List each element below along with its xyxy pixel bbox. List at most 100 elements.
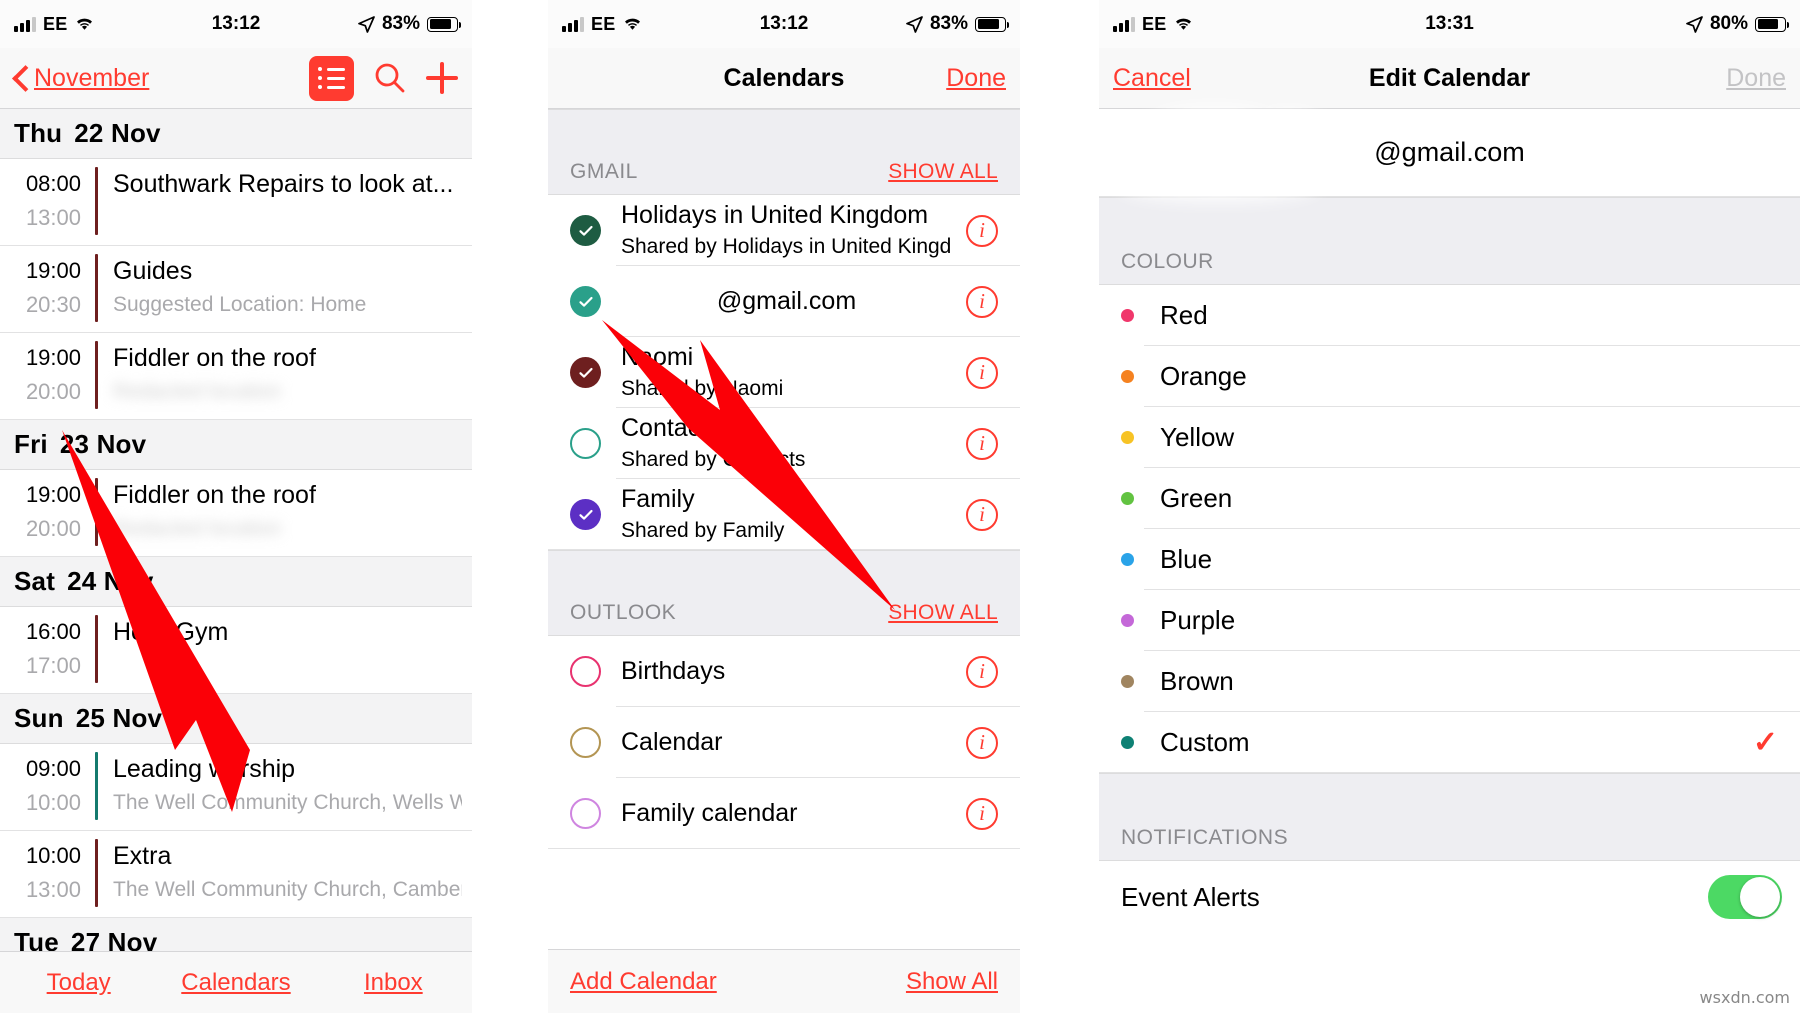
colour-option-row[interactable]: Brown xyxy=(1099,651,1800,712)
calendar-group-header: GMAIL SHOW ALL xyxy=(548,109,1020,195)
agenda-nav-bar: November xyxy=(0,48,472,109)
info-icon[interactable]: i xyxy=(966,726,998,759)
info-icon[interactable]: i xyxy=(966,498,998,531)
add-event-icon[interactable] xyxy=(426,62,458,94)
colour-option-row[interactable]: Orange xyxy=(1099,346,1800,407)
colour-option-row[interactable]: Blue xyxy=(1099,529,1800,590)
calendar-row[interactable]: Holidays in United Kingdom Shared by Holi… xyxy=(548,195,1020,266)
calendars-groups[interactable]: GMAIL SHOW ALL Holidays in United Kingdom S… xyxy=(548,109,1020,849)
agenda-event-body: Leading worship The Well Community Church… xyxy=(113,752,472,820)
agenda-event-start: 16:00 xyxy=(25,619,81,644)
event-alerts-row[interactable]: Event Alerts xyxy=(1099,861,1800,933)
back-button[interactable]: November xyxy=(14,64,149,93)
info-icon[interactable]: i xyxy=(966,285,998,318)
group-show-all-button[interactable]: SHOW ALL xyxy=(888,601,998,625)
agenda-event-times: 16:00 17:00 xyxy=(0,615,95,683)
wifi-icon xyxy=(75,17,94,31)
redaction-smudge xyxy=(1259,112,1319,136)
agenda-event-body: Southwark Repairs to look at... xyxy=(113,167,472,235)
calendar-row[interactable]: Naomi Shared by Naomi i xyxy=(548,337,1020,408)
info-icon[interactable]: i xyxy=(966,356,998,389)
redaction-smudge xyxy=(1119,170,1319,200)
agenda-event-colour-bar xyxy=(95,254,98,322)
group-show-all-button[interactable]: SHOW ALL xyxy=(888,160,998,184)
done-button[interactable]: Done xyxy=(1726,64,1786,93)
agenda-event-title: Holly Gym xyxy=(113,618,229,646)
calendar-checkbox-checked[interactable] xyxy=(570,357,601,388)
colour-list[interactable]: Red Orange Yellow Green Blue Purple Brown Custo… xyxy=(1099,285,1800,773)
done-button[interactable]: Done xyxy=(946,64,1006,93)
colour-option-row[interactable]: Green xyxy=(1099,468,1800,529)
calendar-group-label: GMAIL xyxy=(570,160,638,183)
agenda-event-end: 13:00 xyxy=(25,877,81,902)
agenda-event-colour-bar xyxy=(95,752,98,820)
calendar-row[interactable]: Calendar i xyxy=(548,707,1020,778)
list-view-button[interactable] xyxy=(309,55,354,101)
agenda-nav-actions xyxy=(309,55,458,101)
agenda-event-row[interactable]: 19:00 20:00 Fiddler on the roof Redacted lo… xyxy=(0,333,472,420)
calendar-checkbox-checked[interactable] xyxy=(570,215,601,246)
show-all-button[interactable]: Show All xyxy=(906,968,998,996)
event-alerts-toggle[interactable] xyxy=(1708,875,1782,919)
agenda-event-row[interactable]: 16:00 17:00 Holly Gym xyxy=(0,607,472,694)
tab-inbox[interactable]: Inbox xyxy=(315,969,472,997)
calendar-row[interactable]: Contacts Shared by Contacts i xyxy=(548,408,1020,479)
calendar-checkbox-checked[interactable] xyxy=(570,499,601,530)
search-icon[interactable] xyxy=(374,62,406,94)
colour-option-row[interactable]: Purple xyxy=(1099,590,1800,651)
agenda-list[interactable]: Thu 22 Nov 08:00 13:00 Southwark Repairs to … xyxy=(0,109,472,968)
agenda-day-header: Sat 24 Nov xyxy=(0,557,472,607)
calendar-checkbox-unchecked[interactable] xyxy=(570,798,601,829)
agenda-event-start: 09:00 xyxy=(25,756,81,781)
calendar-row[interactable]: Birthdays i xyxy=(548,636,1020,707)
info-icon[interactable]: i xyxy=(966,214,998,247)
calendar-shared-by: Shared by Holidays in United Kingdom xyxy=(621,235,952,258)
agenda-day-date: 22 Nov xyxy=(74,118,161,148)
calendar-shared-by: Shared by Naomi xyxy=(621,377,784,400)
agenda-event-body: Fiddler on the roof Redacted location xyxy=(113,478,472,546)
edit-nav-bar: Cancel Edit Calendar Done xyxy=(1099,48,1800,109)
checkmark-icon: ✓ xyxy=(1752,725,1778,759)
info-icon[interactable]: i xyxy=(966,797,998,830)
agenda-tab-bar: Today Calendars Inbox xyxy=(0,951,472,1013)
colour-option-row[interactable]: Custom ✓ xyxy=(1099,712,1800,773)
add-calendar-button[interactable]: Add Calendar xyxy=(570,968,717,996)
cellular-signal-icon xyxy=(14,16,36,32)
colour-option-row[interactable]: Yellow xyxy=(1099,407,1800,468)
agenda-event-row[interactable]: 10:00 13:00 Extra The Well Community Church… xyxy=(0,831,472,918)
calendar-checkbox-checked[interactable] xyxy=(570,286,601,317)
agenda-event-times: 19:00 20:00 xyxy=(0,478,95,546)
info-icon[interactable]: i xyxy=(966,655,998,688)
calendar-text: Calendar xyxy=(621,726,952,759)
calendar-name: Birthdays xyxy=(621,657,726,685)
tab-today[interactable]: Today xyxy=(0,969,157,997)
tab-calendars[interactable]: Calendars xyxy=(157,969,314,997)
status-bar-agenda: EE 13:12 83% xyxy=(0,0,472,48)
status-right: 83% xyxy=(358,13,461,35)
calendar-checkbox-unchecked[interactable] xyxy=(570,428,601,459)
calendar-name: Naomi xyxy=(621,343,694,371)
agenda-event-end: 20:00 xyxy=(25,379,81,404)
calendar-row[interactable]: Family Shared by Family i xyxy=(548,479,1020,550)
agenda-event-row[interactable]: 19:00 20:00 Fiddler on the roof Redacted lo… xyxy=(0,470,472,557)
info-icon[interactable]: i xyxy=(966,427,998,460)
calendar-row[interactable]: Family calendar i xyxy=(548,778,1020,849)
back-label[interactable]: November xyxy=(34,64,149,93)
toggle-knob xyxy=(1740,877,1780,917)
calendar-checkbox-unchecked[interactable] xyxy=(570,656,601,687)
location-arrow-icon xyxy=(358,15,375,33)
cancel-button[interactable]: Cancel xyxy=(1113,64,1191,93)
wifi-icon xyxy=(1174,17,1193,31)
calendar-checkbox-unchecked[interactable] xyxy=(570,727,601,758)
status-left: EE xyxy=(562,14,642,35)
colour-label: Yellow xyxy=(1160,422,1235,452)
agenda-event-row[interactable]: 08:00 13:00 Southwark Repairs to look at..… xyxy=(0,159,472,246)
carrier-label: EE xyxy=(591,13,616,34)
agenda-event-title: Extra xyxy=(113,842,172,870)
agenda-event-row[interactable]: 09:00 10:00 Leading worship The Well Commun… xyxy=(0,744,472,831)
agenda-event-colour-bar xyxy=(95,839,98,907)
agenda-day-dow: Thu xyxy=(14,118,63,148)
calendar-row[interactable]: @gmail.com i xyxy=(548,266,1020,337)
agenda-event-row[interactable]: 19:00 20:30 Guides Suggested Location: Home xyxy=(0,246,472,333)
colour-option-row[interactable]: Red xyxy=(1099,285,1800,346)
